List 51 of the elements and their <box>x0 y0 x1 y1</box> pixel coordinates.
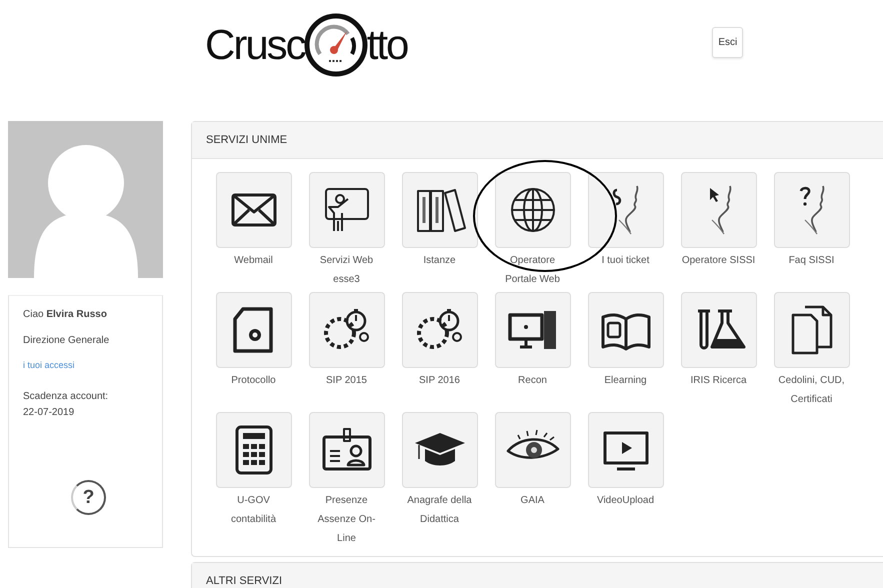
service-button[interactable] <box>216 292 292 368</box>
service-link[interactable]: Webmail <box>216 251 290 289</box>
service-button[interactable] <box>588 172 664 248</box>
service-button[interactable] <box>494 292 570 368</box>
help-button[interactable]: ? <box>71 480 106 515</box>
panel-header: ALTRI SERVIZI <box>192 563 883 588</box>
service-button[interactable] <box>308 172 384 248</box>
service-link[interactable]: Recon <box>496 371 570 409</box>
service-link[interactable]: U-GOV contabilità <box>216 491 290 529</box>
access-link[interactable]: i tuoi accessi <box>23 360 75 370</box>
greeting-text: Ciao Elvira Russo <box>23 308 108 322</box>
service-link[interactable]: GAIA <box>496 491 570 529</box>
service-button[interactable] <box>588 412 664 488</box>
service-button[interactable] <box>402 172 478 248</box>
service-link[interactable]: SIP 2016 <box>402 371 476 409</box>
service-link[interactable]: Presenze Assenze On-Line <box>310 491 384 548</box>
service-link[interactable]: Elearning <box>588 371 662 409</box>
service-button[interactable] <box>774 172 850 248</box>
service-link[interactable]: Servizi Web esse3 <box>310 251 384 289</box>
service-button[interactable] <box>494 412 570 488</box>
logo-text: tto <box>366 24 408 66</box>
service-button[interactable] <box>680 172 756 248</box>
service-button[interactable] <box>402 292 478 368</box>
service-button[interactable] <box>308 292 384 368</box>
service-link[interactable]: Faq SISSI <box>774 251 848 289</box>
service-button[interactable] <box>308 412 384 488</box>
service-link[interactable]: Cedolini, CUD, Certificati <box>774 371 848 409</box>
service-link[interactable]: IRIS Ricerca <box>682 371 756 409</box>
logout-button[interactable]: Esci <box>712 27 744 58</box>
logo-text: Crusc <box>205 24 305 66</box>
panel-header: SERVIZI UNIME <box>192 122 883 159</box>
department-text: Direzione Generale <box>23 334 110 348</box>
service-button[interactable] <box>402 412 478 488</box>
service-link[interactable]: VideoUpload <box>588 491 662 529</box>
service-link[interactable]: Operatore Portale Web <box>496 251 570 289</box>
service-link[interactable]: Anagrafe della Didattica <box>402 491 476 529</box>
face-profile-icon <box>612 185 640 235</box>
expiry-label: Scadenza account: <box>23 390 110 404</box>
service-link[interactable]: I tuoi ticket <box>588 251 662 289</box>
service-link[interactable]: Protocollo <box>216 371 290 409</box>
service-link[interactable]: SIP 2015 <box>310 371 384 409</box>
question-profile-icon <box>798 185 826 235</box>
service-link[interactable]: Operatore SISSI <box>682 251 756 289</box>
expiry-date: 22-07-2019 <box>23 406 76 420</box>
service-button[interactable] <box>680 292 756 368</box>
service-button[interactable] <box>216 412 292 488</box>
service-button[interactable] <box>494 172 570 248</box>
service-button[interactable] <box>774 292 850 368</box>
service-button[interactable] <box>216 172 292 248</box>
service-link[interactable]: Istanze <box>402 251 476 289</box>
service-button[interactable] <box>588 292 664 368</box>
